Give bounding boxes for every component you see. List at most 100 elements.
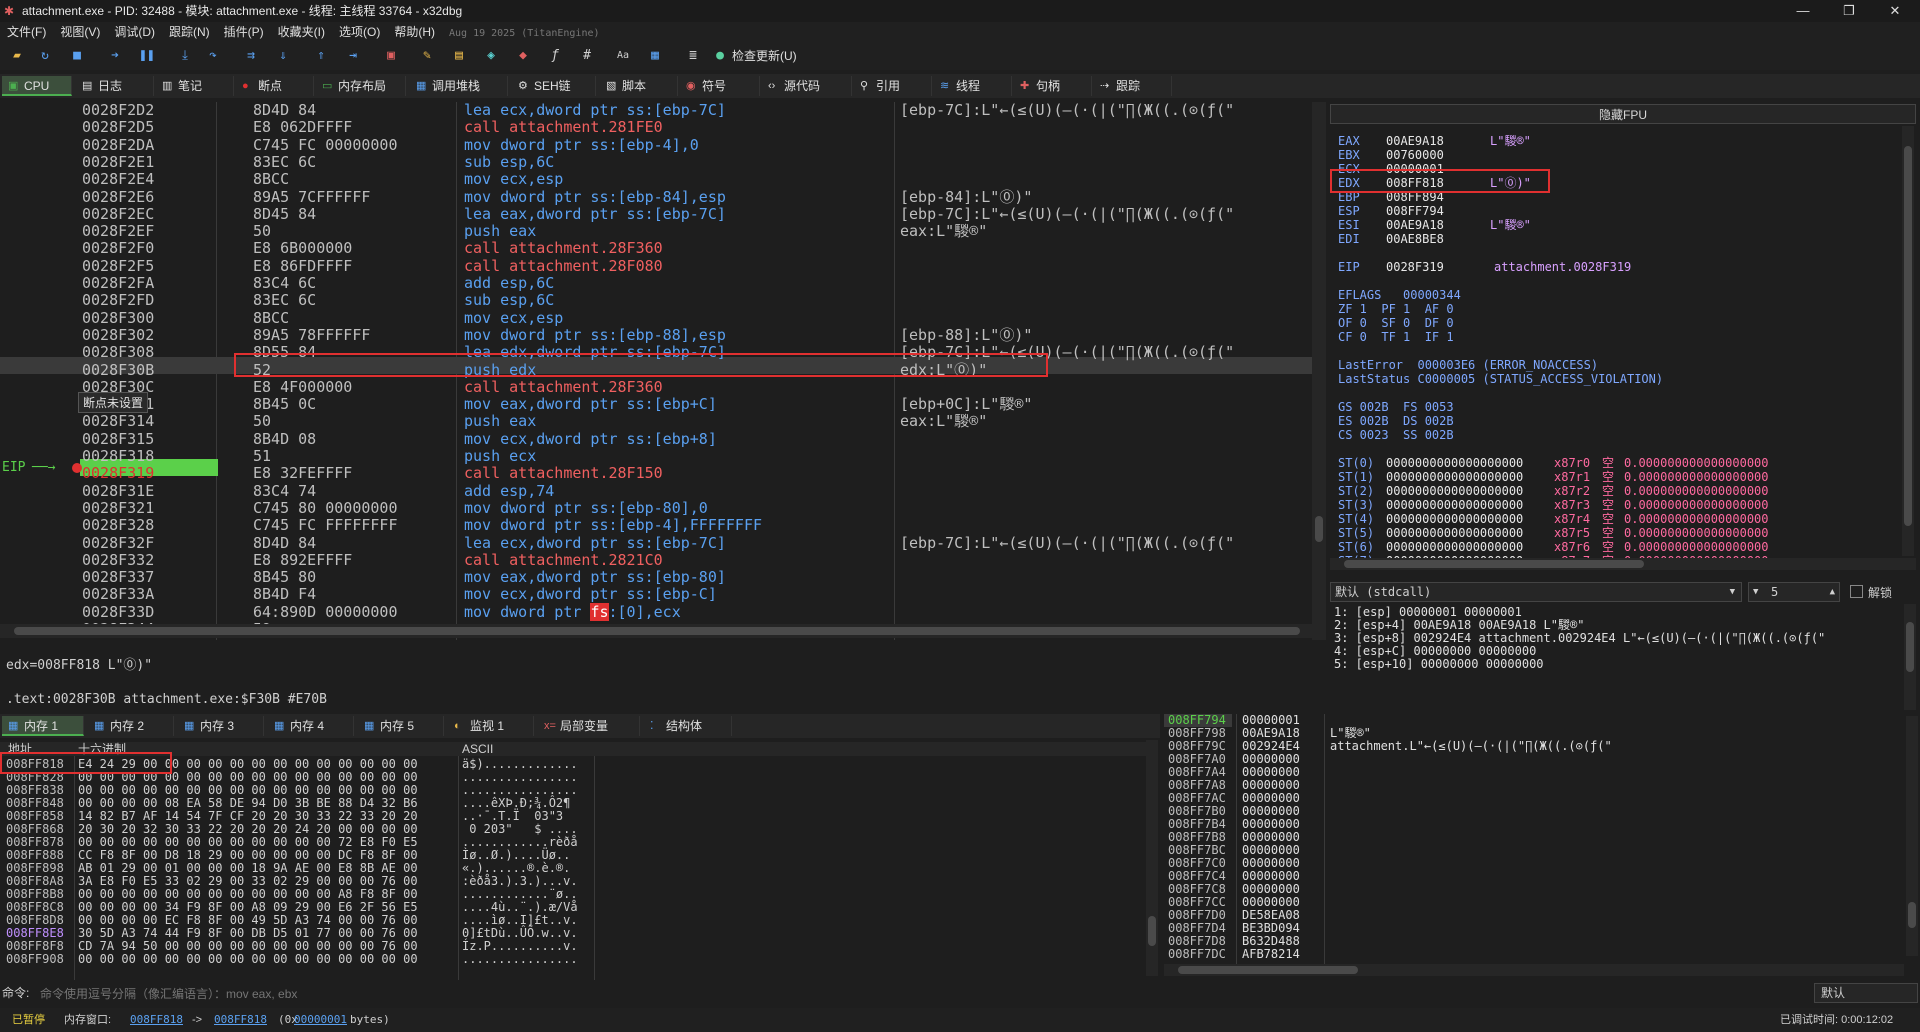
globe-icon[interactable]: ● — [714, 47, 726, 65]
register-eax[interactable]: EAX 00AE9A18 L"騣®" — [1338, 134, 1531, 148]
fpu-register[interactable]: ST(6) 0000000000000000000 x87r6 空 0.00000000… — [1338, 540, 1769, 554]
tab-handles[interactable]: ✚ 句柄 — [1014, 76, 1092, 96]
disasm-row[interactable]: 0028F2FD 83EC 6C sub esp,6C — [0, 292, 1300, 309]
tab-script[interactable]: ▧ 脚本 — [600, 76, 678, 96]
memory-dump-view[interactable]: 地址 十六进制 ASCII 008FF818 E4 24 29 00 00 00 … — [0, 740, 1160, 980]
tab-memory-3[interactable]: ▦ 内存 3 — [178, 716, 264, 736]
command-mode-select[interactable]: 默认 — [1814, 983, 1918, 1003]
menu-options[interactable]: 选项(O) — [332, 22, 387, 42]
disasm-row[interactable]: 0028F318 51 push ecx — [0, 448, 1300, 465]
fpu-register[interactable]: ST(0) 0000000000000000000 x87r0 空 0.00000000… — [1338, 456, 1769, 470]
flags-row[interactable]: OF 0 SF 0 DF 0 — [1338, 316, 1454, 330]
tab-struct[interactable]: ⁚ 结构体 — [644, 716, 732, 736]
run-to-user-code-icon[interactable]: ⇥ — [344, 47, 362, 65]
flags-row[interactable]: CF 0 TF 1 IF 1 — [1338, 330, 1454, 344]
tab-source[interactable]: ‹› 源代码 — [762, 76, 852, 96]
arguments-vertical-scrollbar[interactable] — [1904, 604, 1916, 710]
disasm-row[interactable]: 0028F2E6 89A5 7CFFFFFF mov dword ptr ss:[e… — [0, 188, 1300, 206]
check-update-button[interactable]: 检查更新(U) — [732, 47, 797, 65]
eflags-value[interactable]: EFLAGS 00000344 — [1338, 288, 1461, 302]
segment-row[interactable]: CS 0023 SS 002B — [1338, 428, 1454, 442]
comment-icon[interactable]: ▤ — [450, 47, 468, 65]
disassembly-view[interactable]: 0028F2D2 8D4D 84 lea ecx,dword ptr ss:[ebp… — [0, 102, 1312, 640]
fpu-register[interactable]: ST(1) 0000000000000000000 x87r1 空 0.00000000… — [1338, 470, 1769, 484]
bookmark-icon[interactable]: ◆ — [514, 47, 532, 65]
disasm-row[interactable]: 0028F2FA 83C4 6C add esp,6C — [0, 275, 1300, 292]
tab-seh-chain[interactable]: ⚙ SEH链 — [512, 76, 596, 96]
disasm-row[interactable]: 0028F31E 83C4 74 add esp,74 — [0, 482, 1300, 500]
stop-icon[interactable]: ■ — [68, 47, 86, 65]
register-esp[interactable]: ESP 008FF794 — [1338, 204, 1490, 218]
tab-references[interactable]: ⚲ 引用 — [854, 76, 932, 96]
disasm-row[interactable]: 0028F321 C745 80 00000000 mov dword ptr ss… — [0, 499, 1300, 517]
disasm-row[interactable]: 0028F302 89A5 78FFFFFF mov dword ptr ss:[e… — [0, 326, 1300, 344]
register-eip[interactable]: EIP 0028F319 attachment.0028F319 — [1338, 260, 1631, 274]
disasm-row[interactable]: 0028F337 8B45 80 mov eax,dword ptr ss:[ebp… — [0, 569, 1300, 586]
step-over-icon[interactable]: ↷ — [204, 47, 222, 65]
disasm-row[interactable]: 0028F319 E8 32FEFFFF call attachment.28F15… — [0, 465, 1300, 482]
dump-row[interactable]: 008FF908 00 00 00 00 00 00 00 00 00 00 00… — [0, 953, 1140, 966]
stack-horizontal-scrollbar[interactable] — [1164, 964, 1904, 976]
calculator-icon[interactable]: ▦ — [646, 47, 664, 65]
disasm-row[interactable]: 0028F2D5 E8 062DFFFF call attachment.281FE… — [0, 119, 1300, 136]
disasm-row[interactable]: 0028F32F 8D4D 84 lea ecx,dword ptr ss:[ebp… — [0, 534, 1300, 552]
run-icon[interactable]: ➔ — [106, 47, 124, 65]
stack-vertical-scrollbar[interactable] — [1906, 716, 1918, 956]
segment-row[interactable]: ES 002B DS 002B — [1338, 414, 1454, 428]
disasm-row[interactable]: 0028F2E1 83EC 6C sub esp,6C — [0, 153, 1300, 171]
fpu-register[interactable]: ST(3) 0000000000000000000 x87r3 空 0.00000000… — [1338, 498, 1769, 512]
breakpoint-dot-icon[interactable] — [72, 463, 82, 473]
disasm-row[interactable]: 0028F2D2 8D4D 84 lea ecx,dword ptr ss:[ebp… — [0, 102, 1300, 119]
registers-vertical-scrollbar[interactable] — [1902, 126, 1914, 556]
restart-icon[interactable]: ↻ — [36, 47, 54, 65]
scrollbar-thumb[interactable] — [14, 627, 1300, 635]
tab-watch-1[interactable]: ◐ 监视 1 — [448, 716, 534, 736]
tab-notes[interactable]: ▥ 笔记 — [156, 76, 234, 96]
command-input[interactable] — [38, 984, 1812, 1003]
fpu-register[interactable]: ST(4) 0000000000000000000 x87r4 空 0.00000000… — [1338, 512, 1769, 526]
disasm-row[interactable]: 0028F2E4 8BCC mov ecx,esp — [0, 171, 1300, 188]
tab-memory-1[interactable]: ▦ 内存 1 — [2, 716, 84, 736]
scrollbar-thumb[interactable] — [1344, 560, 1644, 568]
close-icon[interactable]: ✕ — [1872, 0, 1918, 22]
disasm-row[interactable]: 0028F30C E8 4F000000 call attachment.28F36… — [0, 378, 1300, 396]
tab-call-stack[interactable]: ▦ 调用堆栈 — [410, 76, 508, 96]
scrollbar-thumb[interactable] — [1315, 516, 1323, 542]
register-esi[interactable]: ESI 00AE9A18 L"騣®" — [1338, 218, 1531, 232]
execute-till-return-icon[interactable]: ⇑ — [312, 47, 330, 65]
disasm-vertical-scrollbar[interactable] — [1312, 102, 1326, 640]
disasm-row[interactable]: 0028F2F5 E8 86FDFFFF call attachment.28F08… — [0, 257, 1300, 275]
menu-debug[interactable]: 调试(D) — [107, 22, 162, 42]
disasm-horizontal-scrollbar[interactable] — [0, 624, 1312, 638]
patch-pencil-icon[interactable]: ✎ — [418, 47, 436, 65]
tab-memory-5[interactable]: ▦ 内存 5 — [358, 716, 444, 736]
record-icon[interactable]: ▣ — [382, 47, 400, 65]
hide-fpu-button[interactable]: 隐藏FPU — [1330, 104, 1916, 124]
segment-row[interactable]: GS 002B FS 0053 — [1338, 400, 1454, 414]
disasm-row[interactable]: 0028F2EF 50 push eax eax:L"騣®" — [0, 223, 1300, 240]
disasm-row[interactable]: 0028F332 E8 892EFFFF call attachment.2821C… — [0, 551, 1300, 569]
trace-into-icon[interactable]: ⇉ — [242, 47, 260, 65]
tab-breakpoints[interactable]: ● 断点 — [236, 76, 314, 96]
menu-plugins[interactable]: 插件(P) — [217, 22, 271, 42]
tab-log[interactable]: ▤ 日志 — [76, 76, 154, 96]
scrollbar-thumb[interactable] — [1906, 622, 1914, 672]
menu-help[interactable]: 帮助(H) — [387, 22, 442, 42]
menu-file[interactable]: 文件(F) — [0, 22, 53, 42]
tab-cpu[interactable]: ▣ CPU — [2, 76, 72, 96]
step-into-icon[interactable]: ⤓ — [176, 47, 194, 65]
maximize-icon[interactable]: ❐ — [1826, 0, 1872, 22]
menu-favourites[interactable]: 收藏夹(I) — [271, 22, 332, 42]
disasm-row[interactable]: 0028F328 C745 FC FFFFFFFF mov dword ptr ss… — [0, 517, 1300, 534]
registers-horizontal-scrollbar[interactable] — [1330, 558, 1916, 570]
argument-count-spinner[interactable]: ▼ 5 ▲ — [1748, 582, 1840, 602]
memory-from-link[interactable]: 008FF818 — [130, 1008, 183, 1032]
disasm-row[interactable]: 0028F300 8BCC mov ecx,esp — [0, 309, 1300, 327]
register-edi[interactable]: EDI 00AE8BE8 — [1338, 232, 1490, 246]
argument-row[interactable]: 5: [esp+10] 00000000 00000000 — [1334, 658, 1544, 671]
tab-locals[interactable]: x= 局部变量 — [538, 716, 640, 736]
label-icon[interactable]: ◈ — [482, 47, 500, 65]
trace-over-icon[interactable]: ⇓ — [274, 47, 292, 65]
fpu-register[interactable]: ST(2) 0000000000000000000 x87r2 空 0.00000000… — [1338, 484, 1769, 498]
open-folder-icon[interactable]: ▰ — [8, 47, 26, 65]
